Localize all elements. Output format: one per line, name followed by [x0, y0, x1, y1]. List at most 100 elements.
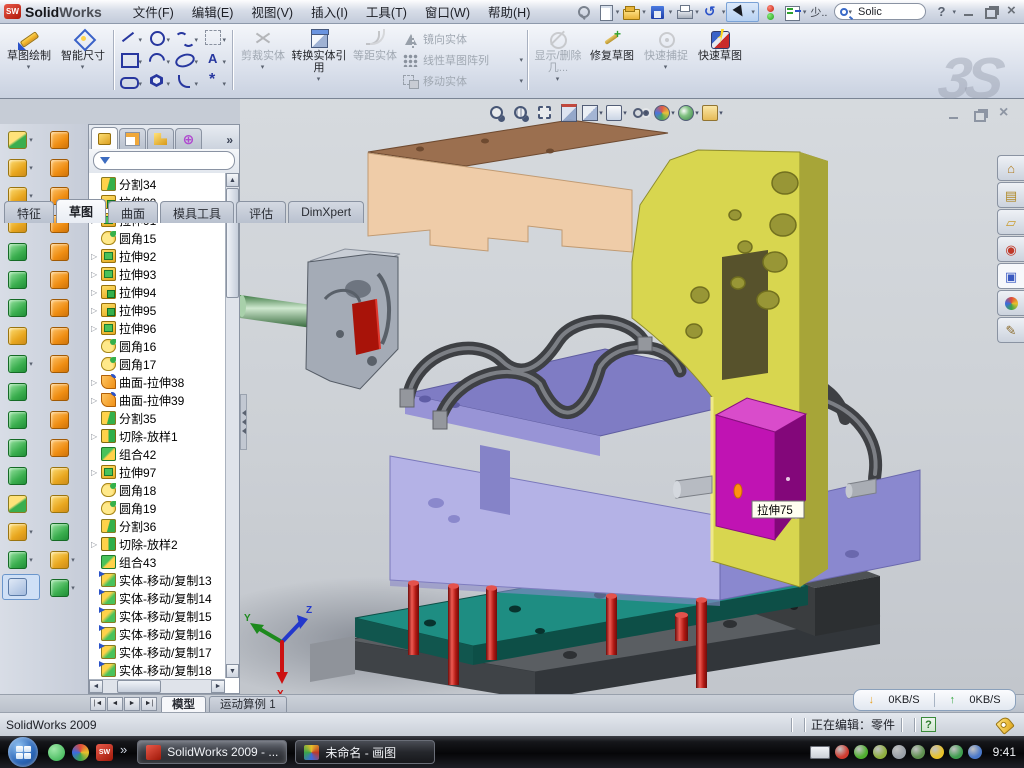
quicklaunch-browser-icon[interactable]	[72, 744, 89, 761]
quick-snaps-button[interactable]: 快速捕捉▾	[639, 26, 693, 94]
sketch-entity-button[interactable]: ▾	[173, 27, 199, 47]
tree-item[interactable]: ▷ 实体-移动/复制15	[89, 607, 225, 625]
tab-configurationmanager[interactable]	[147, 128, 174, 149]
mirror-entities-button[interactable]: 镜向实体	[402, 29, 524, 50]
sketch-entity-button[interactable]: ▾	[145, 71, 171, 91]
tree-item[interactable]: ▷ 曲面-拉伸38	[89, 373, 225, 391]
quick-tips-button[interactable]: ?	[921, 717, 936, 732]
tag-icon[interactable]	[995, 715, 1015, 735]
tree-item[interactable]: ▷ 分割34	[89, 175, 225, 193]
hud-view-button[interactable]	[558, 103, 579, 122]
tree-item[interactable]: ▷ 拉伸93	[89, 265, 225, 283]
tree-item[interactable]: ▷ 拉伸96	[89, 319, 225, 337]
start-button[interactable]	[8, 737, 38, 767]
help-button[interactable]	[931, 3, 951, 21]
feature-tool-button[interactable]: ▾	[2, 406, 40, 434]
surface-tool-button[interactable]: ▾	[44, 518, 82, 546]
move-entities-button[interactable]: 移动实体▾	[402, 71, 524, 92]
tray-icon[interactable]	[949, 745, 963, 759]
tray-icon[interactable]	[892, 745, 906, 759]
expand-arrow-icon[interactable]: ▷	[91, 468, 101, 477]
command-tab[interactable]: DimXpert	[288, 201, 364, 223]
command-tab[interactable]: 特征	[4, 201, 54, 223]
hud-view-button[interactable]	[582, 103, 603, 122]
task-pane-tab[interactable]	[997, 155, 1024, 181]
model-tab[interactable]: 模型	[161, 696, 206, 712]
window-close-button[interactable]	[1003, 4, 1020, 19]
surface-tool-button[interactable]: ▾	[44, 238, 82, 266]
tree-item[interactable]: ▷ 圆角19	[89, 499, 225, 517]
open-document-button[interactable]	[621, 3, 641, 21]
expand-arrow-icon[interactable]: ▷	[91, 378, 101, 387]
surface-tool-button[interactable]: ▾	[44, 546, 82, 574]
task-pane-tab[interactable]	[997, 182, 1024, 208]
tree-vertical-scrollbar[interactable]: ▲ ▼	[225, 173, 239, 678]
surface-tool-button[interactable]: ▾	[44, 266, 82, 294]
surface-tool-button[interactable]: ▾	[44, 406, 82, 434]
menu-item[interactable]: 编辑(E)	[183, 0, 243, 24]
surface-tool-button[interactable]: ▾	[44, 294, 82, 322]
feature-tool-button[interactable]: ▾	[2, 294, 40, 322]
tree-item[interactable]: ▷ 圆角18	[89, 481, 225, 499]
sketch-entity-button[interactable]: ▾	[201, 49, 227, 69]
keyboard-layout-icon[interactable]	[810, 746, 830, 759]
trim-entities-button[interactable]: 剪裁实体▾	[236, 26, 290, 94]
pin-icon[interactable]	[573, 3, 593, 21]
tree-item[interactable]: ▷ 拉伸92	[89, 247, 225, 265]
task-pane-tab[interactable]	[997, 317, 1024, 343]
surface-tool-button[interactable]: ▾	[44, 350, 82, 378]
sketch-entity-button[interactable]: ▾	[173, 71, 199, 91]
print-button[interactable]	[674, 3, 694, 21]
hud-view-button[interactable]	[702, 103, 723, 122]
menu-item[interactable]: 文件(F)	[124, 0, 183, 24]
feature-tool-button[interactable]: ▾	[2, 266, 40, 294]
task-pane-tab[interactable]	[997, 263, 1024, 289]
feature-tool-button[interactable]: ▾	[2, 490, 40, 518]
sketch-entity-button[interactable]: ▾	[117, 71, 143, 91]
tree-item[interactable]: ▷ 曲面-拉伸39	[89, 391, 225, 409]
tree-item[interactable]: ▷ 实体-移动/复制14	[89, 589, 225, 607]
taskbar-window-button[interactable]: 未命名 - 画图	[295, 740, 435, 764]
tabs-overflow-button[interactable]: »	[222, 133, 237, 149]
scroll-up-button[interactable]: ▲	[226, 173, 239, 187]
expand-arrow-icon[interactable]: ▷	[91, 432, 101, 441]
scrollbar-thumb[interactable]	[117, 680, 161, 693]
tree-item[interactable]: ▷ 切除-放样1	[89, 427, 225, 445]
hud-view-button[interactable]	[606, 103, 627, 122]
command-tab[interactable]: 曲面	[108, 201, 158, 223]
tab-propertymanager[interactable]	[119, 128, 146, 149]
tree-item[interactable]: ▷ 切除-放样2	[89, 535, 225, 553]
interference-lights-icon[interactable]	[760, 3, 780, 21]
hud-view-button[interactable]	[534, 103, 555, 122]
window-restore-button[interactable]	[982, 4, 999, 19]
viewport-3d-model[interactable]: 拉伸75 Y Z X	[240, 99, 1024, 694]
tray-icon[interactable]	[968, 745, 982, 759]
tree-item[interactable]: ▷ 圆角15	[89, 229, 225, 247]
expand-arrow-icon[interactable]: ▷	[91, 270, 101, 279]
sketch-button[interactable]: 草图绘制▾	[2, 26, 56, 94]
quicklaunch-overflow-button[interactable]: »	[120, 742, 127, 757]
surface-tool-button[interactable]: ▾	[44, 490, 82, 518]
tree-item[interactable]: ▷ 组合42	[89, 445, 225, 463]
convert-entities-button[interactable]: 转换实体引用▾	[290, 26, 348, 94]
tab-scroll-last-button[interactable]: ►|	[141, 697, 157, 711]
expand-arrow-icon[interactable]: ▷	[91, 288, 101, 297]
tab-featuremanager[interactable]	[91, 127, 118, 149]
model-tab[interactable]: 运动算例 1	[209, 696, 287, 712]
expand-arrow-icon[interactable]: ▷	[91, 396, 101, 405]
repair-sketch-button[interactable]: 修复草图	[585, 26, 639, 94]
scroll-down-button[interactable]: ▼	[226, 664, 239, 678]
sketch-entity-button[interactable]: ▾	[201, 27, 227, 47]
surface-tool-button[interactable]: ▾	[44, 154, 82, 182]
display-delete-relations-button[interactable]: 显示/删除几...▾	[531, 26, 585, 94]
graphics-viewport[interactable]: 拉伸75 Y Z X	[240, 99, 1024, 694]
feature-tool-button[interactable]: ▾	[2, 322, 40, 350]
feature-tool-button[interactable]: ▾	[2, 434, 40, 462]
surface-tool-button[interactable]: ▾	[44, 434, 82, 462]
hud-view-button[interactable]	[486, 103, 507, 122]
linear-sketch-pattern-button[interactable]: 线性草图阵列▾	[402, 50, 524, 71]
save-button[interactable]	[648, 3, 668, 21]
expand-arrow-icon[interactable]: ▷	[91, 306, 101, 315]
new-document-button[interactable]	[595, 3, 615, 21]
gray-clamp-part[interactable]	[240, 249, 400, 389]
